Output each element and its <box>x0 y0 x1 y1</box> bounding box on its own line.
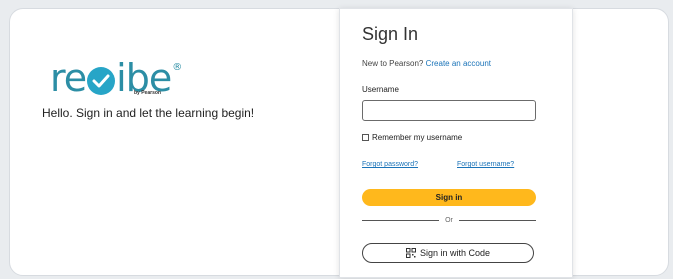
signin-with-code-button[interactable]: Sign in with Code <box>362 243 534 263</box>
logo-text-left: re <box>50 56 87 100</box>
create-account-link[interactable]: Create an account <box>426 59 491 68</box>
or-text: Or <box>445 217 453 224</box>
username-label: Username <box>362 85 399 94</box>
logo-byline: by Pearson <box>134 90 161 96</box>
forgot-password-link[interactable]: Forgot password? <box>362 161 418 168</box>
remember-username-checkbox[interactable]: Remember my username <box>362 133 462 142</box>
brand-logo: re ibe ® by Pearson <box>50 56 182 100</box>
divider-line-left <box>362 220 440 221</box>
new-account-text: New to Pearson? <box>362 59 424 68</box>
welcome-tagline: Hello. Sign in and let the learning begi… <box>42 106 255 120</box>
checkbox-box[interactable] <box>362 134 369 141</box>
or-divider: Or <box>362 217 536 224</box>
new-account-prompt: New to Pearson? Create an account <box>362 59 491 68</box>
signin-card: Sign In New to Pearson? Create an accoun… <box>339 8 573 278</box>
username-input[interactable] <box>362 100 536 121</box>
signin-button[interactable]: Sign in <box>362 189 536 206</box>
logo-check-icon <box>87 67 116 95</box>
logo-registered-mark: ® <box>172 62 182 73</box>
divider-line-right <box>458 220 536 221</box>
remember-username-label: Remember my username <box>372 133 463 142</box>
revibe-logo: re ibe ® <box>50 56 182 100</box>
qr-code-icon <box>405 248 416 258</box>
signin-title: Sign In <box>362 24 419 44</box>
signin-with-code-label: Sign in with Code <box>419 248 491 258</box>
forgot-username-link[interactable]: Forgot username? <box>457 161 514 168</box>
